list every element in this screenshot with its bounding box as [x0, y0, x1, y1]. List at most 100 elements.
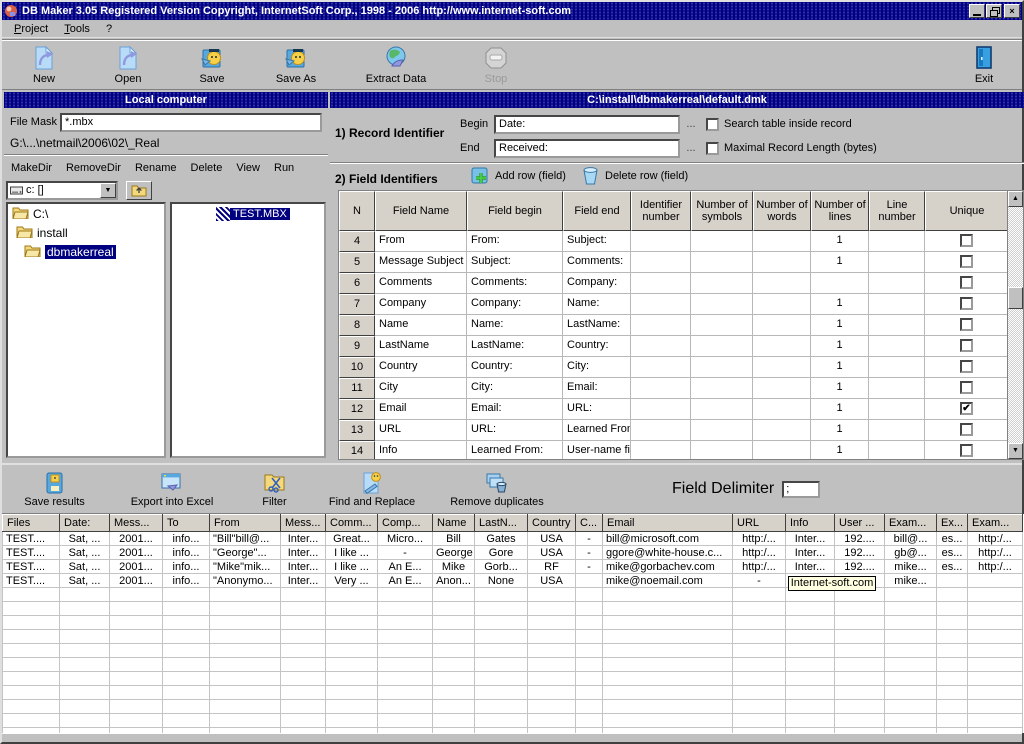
field-delimiter-input[interactable]	[782, 481, 820, 498]
field-cell[interactable]	[869, 273, 925, 294]
unique-checkbox[interactable]	[960, 297, 973, 310]
field-cell[interactable]: 1	[811, 357, 869, 378]
field-cell[interactable]: Name	[375, 315, 467, 336]
save-button[interactable]: Save	[170, 42, 254, 88]
field-cell[interactable]	[869, 252, 925, 273]
results-cell[interactable]: http:/...	[968, 532, 1023, 546]
row-number-cell[interactable]: 9	[339, 336, 375, 357]
unique-checkbox[interactable]	[960, 276, 973, 289]
results-cell[interactable]: Mike	[433, 560, 475, 574]
folder-item[interactable]: dbmakerreal	[8, 242, 164, 261]
results-cell[interactable]: An E...	[378, 560, 433, 574]
file-mask-input[interactable]	[60, 113, 322, 132]
field-cell[interactable]	[691, 420, 753, 441]
drive-select[interactable]: c: [] ▼	[6, 181, 118, 200]
field-cell[interactable]	[753, 420, 811, 441]
field-cell[interactable]: Message Subject	[375, 252, 467, 273]
field-cell[interactable]	[691, 252, 753, 273]
field-cell[interactable]: Learned From:	[467, 441, 563, 459]
scroll-down-button[interactable]: ▼	[1008, 443, 1023, 459]
field-cell[interactable]	[869, 231, 925, 252]
results-cell[interactable]: "George"...	[210, 546, 281, 560]
field-cell[interactable]	[691, 336, 753, 357]
results-cell[interactable]: Inter...	[786, 546, 835, 560]
results-cell[interactable]: Bill	[433, 532, 475, 546]
field-cell[interactable]	[753, 273, 811, 294]
results-cell[interactable]: info...	[163, 546, 210, 560]
remove-duplicates-button[interactable]: Remove duplicates	[432, 466, 562, 512]
field-cell[interactable]	[691, 315, 753, 336]
unique-checkbox[interactable]: ✔	[960, 402, 973, 415]
results-row[interactable]: TEST....Sat, ...2001...info..."Mike"mik.…	[3, 560, 1023, 574]
results-cell[interactable]: -	[733, 574, 786, 588]
record-begin-input[interactable]	[494, 115, 680, 134]
open-button[interactable]: Open	[86, 42, 170, 88]
results-cell[interactable]: 2001...	[110, 532, 163, 546]
results-cell[interactable]: Inter...	[786, 532, 835, 546]
results-cell[interactable]: Very ...	[326, 574, 378, 588]
results-cell[interactable]: 192....	[835, 532, 885, 546]
results-cell[interactable]: TEST....	[3, 574, 60, 588]
results-cell[interactable]: http:/...	[733, 546, 786, 560]
field-cell[interactable]	[753, 399, 811, 420]
field-cell[interactable]: Country:	[467, 357, 563, 378]
field-cell[interactable]	[753, 378, 811, 399]
field-cell[interactable]	[631, 420, 691, 441]
field-cell[interactable]	[631, 231, 691, 252]
field-cell[interactable]: City:	[563, 357, 631, 378]
begin-browse-button[interactable]: ...	[680, 118, 702, 130]
results-cell[interactable]: USA	[528, 574, 576, 588]
view-button[interactable]: View	[229, 160, 267, 176]
find-replace-button[interactable]: Find and Replace	[312, 466, 432, 512]
unique-checkbox[interactable]	[960, 234, 973, 247]
field-cell[interactable]: URL	[375, 420, 467, 441]
delete-row-button[interactable]: Delete row (field)	[580, 166, 688, 186]
results-cell[interactable]: Sat, ...	[60, 574, 110, 588]
results-cell[interactable]: TEST....	[3, 532, 60, 546]
results-cell[interactable]: Inter...	[281, 532, 326, 546]
field-cell[interactable]: 1	[811, 315, 869, 336]
results-cell[interactable]: Inter...	[786, 560, 835, 574]
field-cell[interactable]	[631, 294, 691, 315]
row-number-cell[interactable]: 13	[339, 420, 375, 441]
field-cell[interactable]	[691, 378, 753, 399]
field-cell[interactable]: Company	[375, 294, 467, 315]
results-cell[interactable]: I like ...	[326, 560, 378, 574]
max-record-length-checkbox[interactable]	[706, 142, 719, 155]
results-cell[interactable]: Inter...	[281, 546, 326, 560]
field-cell[interactable]	[631, 336, 691, 357]
results-cell[interactable]: mike@noemail.com	[603, 574, 733, 588]
folder-item[interactable]: C:\	[8, 204, 164, 223]
results-cell[interactable]: An E...	[378, 574, 433, 588]
results-cell[interactable]: USA	[528, 532, 576, 546]
results-cell[interactable]: Inter...	[281, 574, 326, 588]
field-cell[interactable]	[811, 273, 869, 294]
record-end-input[interactable]	[494, 139, 680, 158]
makedir-button[interactable]: MakeDir	[4, 160, 59, 176]
field-cell[interactable]	[869, 378, 925, 399]
results-cell[interactable]: mike...	[885, 574, 937, 588]
new-button[interactable]: New	[2, 42, 86, 88]
unique-checkbox[interactable]	[960, 255, 973, 268]
results-row[interactable]: TEST....Sat, ...2001...info..."Bill"bill…	[3, 532, 1023, 546]
results-cell[interactable]: Gorb...	[475, 560, 528, 574]
field-cell[interactable]	[631, 441, 691, 459]
results-cell[interactable]: Gore	[475, 546, 528, 560]
field-cell[interactable]	[631, 357, 691, 378]
results-row[interactable]: TEST....Sat, ...2001...info..."George"..…	[3, 546, 1023, 560]
field-cell[interactable]: Country:	[563, 336, 631, 357]
field-cell[interactable]	[631, 273, 691, 294]
field-cell[interactable]	[691, 441, 753, 459]
field-cell[interactable]: 1	[811, 294, 869, 315]
field-cell[interactable]	[691, 273, 753, 294]
field-cell[interactable]	[753, 357, 811, 378]
parent-folder-button[interactable]	[126, 181, 152, 200]
field-cell[interactable]: Email:	[563, 378, 631, 399]
field-cell[interactable]	[691, 357, 753, 378]
field-cell[interactable]	[869, 294, 925, 315]
row-number-cell[interactable]: 14	[339, 441, 375, 459]
field-cell[interactable]: Email	[375, 399, 467, 420]
row-number-cell[interactable]: 6	[339, 273, 375, 294]
file-item[interactable]: TEST.MBX	[216, 206, 324, 222]
results-cell[interactable]: es...	[937, 546, 968, 560]
